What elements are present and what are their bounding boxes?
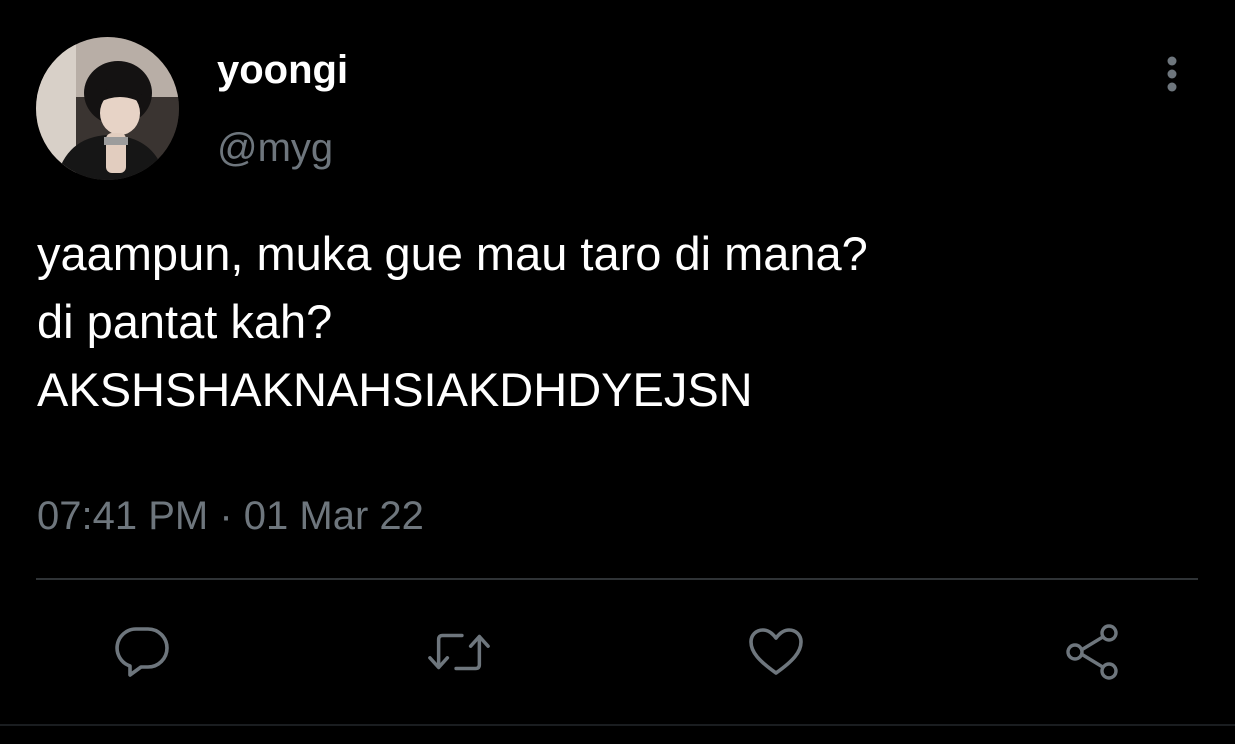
- timestamp-separator: ·: [219, 494, 233, 538]
- avatar-photo: [36, 37, 179, 180]
- author-display-name[interactable]: yoongi: [217, 44, 348, 96]
- tweet-text-line: yaampun, muka gue mau taro di mana?: [37, 227, 868, 280]
- vertical-ellipsis-icon: [1167, 56, 1177, 92]
- share-icon: [1066, 624, 1118, 680]
- heart-icon: [749, 628, 803, 675]
- author-handle[interactable]: @myg: [217, 122, 333, 174]
- divider: [0, 724, 1235, 726]
- like-button[interactable]: [744, 620, 808, 684]
- divider: [36, 578, 1198, 580]
- tweet-date: 01 Mar 22: [243, 494, 424, 538]
- share-button[interactable]: [1061, 620, 1125, 684]
- tweet-text-line: di pantat kah?: [37, 295, 333, 348]
- tweet-timestamp[interactable]: 07:41 PM · 01 Mar 22: [37, 490, 424, 542]
- tweet-time: 07:41 PM: [37, 494, 209, 538]
- reply-button[interactable]: [110, 620, 174, 684]
- retweet-icon: [428, 633, 490, 671]
- retweet-button[interactable]: [427, 620, 491, 684]
- tweet-text-line: AKSHSHAKNAHSIAKDHDYEJSN: [37, 363, 753, 416]
- author-avatar[interactable]: [36, 37, 179, 180]
- reply-icon: [115, 627, 169, 677]
- more-options-button[interactable]: [1150, 52, 1194, 96]
- tweet-text: yaampun, muka gue mau taro di mana? di p…: [37, 220, 1207, 424]
